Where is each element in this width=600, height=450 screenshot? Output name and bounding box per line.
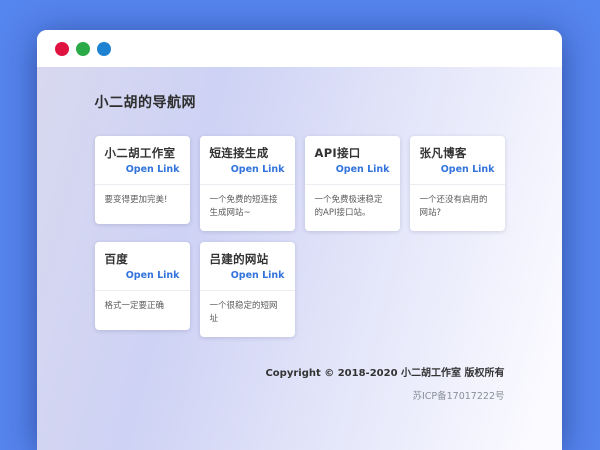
card-header: 吕建的网站 Open Link <box>199 242 295 291</box>
card-description: 一个免费的短连接生成网站~ <box>209 195 278 218</box>
open-link[interactable]: Open Link <box>231 160 285 176</box>
icp-license-text: 苏ICP备17017222号 <box>412 391 505 402</box>
open-link[interactable]: Open Link <box>126 266 180 282</box>
card-description: 一个还没有启用的网站? <box>419 195 488 218</box>
card-description: 格式一定要正确 <box>104 301 165 311</box>
card-xiaoerhu-studio: 小二胡工作室 Open Link 要变得更加完美! <box>94 136 190 224</box>
card-description: 要变得更加完美! <box>104 195 168 205</box>
window-minimize-dot[interactable] <box>76 41 90 56</box>
card-description: 一个免费极速稳定的API接口站。 <box>314 195 383 218</box>
browser-window: 小二胡的导航网 小二胡工作室 Open Link 要变得更加完美! 短连接生成 … <box>37 30 562 450</box>
card-description: 一个很稳定的短网址 <box>209 301 278 324</box>
open-link[interactable]: Open Link <box>336 160 390 176</box>
copyright-text: Copyright © 2018-2020 小二胡工作室 版权所有 <box>265 368 505 379</box>
card-zhangfan-blog: 张凡博客 Open Link 一个还没有启用的网站? <box>409 136 505 231</box>
open-link[interactable]: Open Link <box>441 160 495 176</box>
card-header: 小二胡工作室 Open Link <box>94 136 190 185</box>
card-title: API接口 <box>314 146 361 160</box>
open-link[interactable]: Open Link <box>126 160 180 176</box>
window-close-dot[interactable] <box>55 41 69 56</box>
card-lvjian-site: 吕建的网站 Open Link 一个很稳定的短网址 <box>199 242 295 337</box>
card-title: 小二胡工作室 <box>104 146 176 160</box>
open-link[interactable]: Open Link <box>231 266 285 282</box>
card-header: API接口 Open Link <box>304 136 400 185</box>
card-title: 张凡博客 <box>419 146 467 160</box>
card-shortlink-generator: 短连接生成 Open Link 一个免费的短连接生成网站~ <box>199 136 295 231</box>
card-title: 短连接生成 <box>209 146 269 160</box>
window-maximize-dot[interactable] <box>97 41 111 56</box>
card-header: 张凡博客 Open Link <box>409 136 505 185</box>
page-content: 小二胡的导航网 小二胡工作室 Open Link 要变得更加完美! 短连接生成 … <box>37 67 562 450</box>
page-title: 小二胡的导航网 <box>94 95 196 111</box>
card-title: 吕建的网站 <box>209 252 269 266</box>
card-baidu: 百度 Open Link 格式一定要正确 <box>94 242 190 330</box>
footer: Copyright © 2018-2020 小二胡工作室 版权所有 苏ICP备1… <box>95 364 505 402</box>
card-title: 百度 <box>104 252 129 266</box>
window-titlebar <box>37 30 562 67</box>
card-api: API接口 Open Link 一个免费极速稳定的API接口站。 <box>304 136 400 231</box>
card-grid: 小二胡工作室 Open Link 要变得更加完美! 短连接生成 Open Lin… <box>94 136 505 337</box>
card-header: 百度 Open Link <box>94 242 190 291</box>
card-header: 短连接生成 Open Link <box>199 136 295 185</box>
